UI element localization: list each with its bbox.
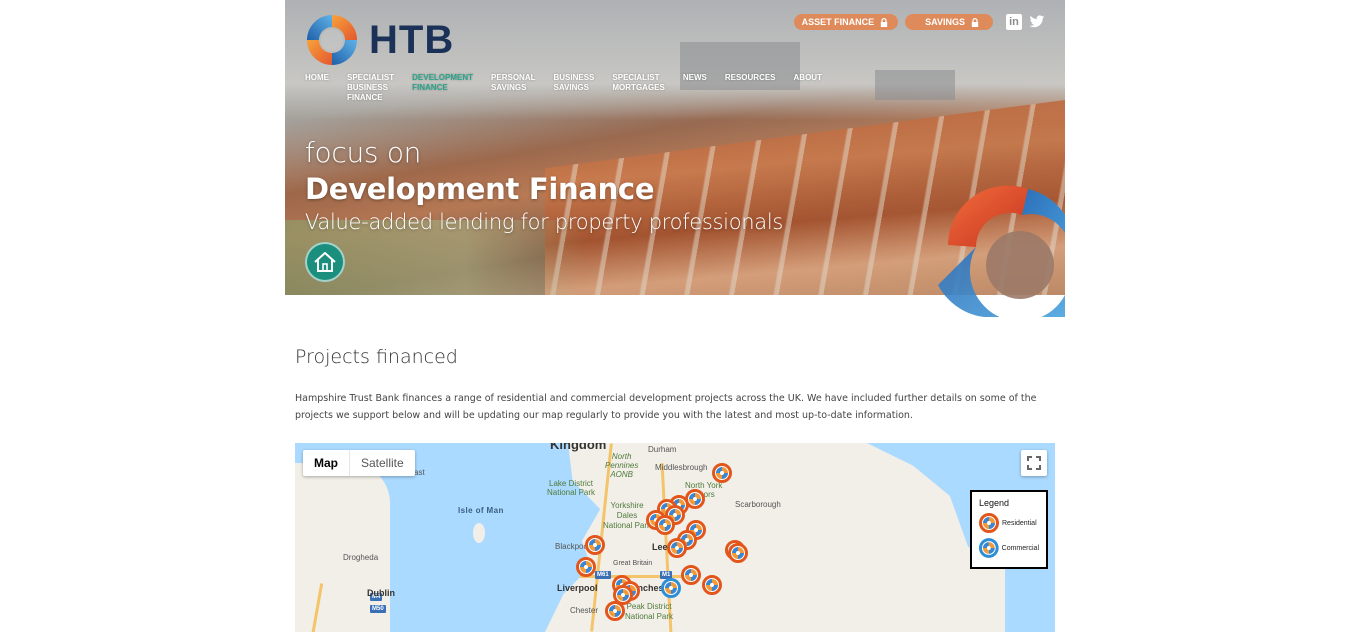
map-label-drogheda: Drogheda: [343, 553, 379, 562]
twitter-icon[interactable]: [1029, 14, 1045, 30]
section-title: Projects financed: [295, 346, 458, 368]
map-road-shield: M61: [595, 571, 611, 579]
map-land-isle-of-man: [473, 523, 485, 543]
commercial-project-marker[interactable]: [661, 578, 681, 598]
map-label-dublin: Dublin: [367, 588, 395, 598]
legend-title: Legend: [979, 498, 1010, 508]
hero-background-house: [875, 70, 955, 100]
hero-kicker: focus on: [305, 136, 422, 169]
map-label-isle-of-man: Isle of Man: [458, 506, 504, 515]
lock-icon: [880, 17, 888, 27]
nav-news[interactable]: NEWS: [683, 73, 707, 83]
map-label-north-pennines: North Pennines AONB: [605, 452, 639, 479]
map-type-map-button[interactable]: Map: [303, 450, 350, 476]
nav-home[interactable]: HOME: [305, 73, 329, 83]
nav-business-savings[interactable]: BUSINESS SAVINGS: [553, 73, 594, 93]
asset-finance-button[interactable]: ASSET FINANCE: [793, 14, 899, 30]
map-label-chester: Chester: [570, 606, 599, 615]
residential-marker-icon: [979, 513, 999, 533]
map-label-scarborough: Scarborough: [735, 500, 781, 509]
legend-item-residential: Residential: [979, 513, 1039, 533]
fullscreen-button[interactable]: [1021, 450, 1047, 476]
fullscreen-icon: [1027, 456, 1041, 470]
map-type-control: Map Satellite: [303, 450, 415, 476]
map-legend: Legend Residential Commercial: [970, 490, 1048, 569]
savings-button[interactable]: SAVINGS: [905, 14, 993, 30]
residential-project-marker[interactable]: [667, 538, 687, 558]
house-icon-button[interactable]: [305, 242, 345, 282]
top-links: ASSET FINANCE SAVINGS in: [793, 14, 1045, 30]
residential-project-marker[interactable]: [681, 565, 701, 585]
nav-resources[interactable]: RESOURCES: [725, 73, 776, 83]
map-label-kingdom: Kingdom: [550, 443, 607, 452]
htb-swirl-logo-icon: [307, 15, 357, 65]
residential-project-marker[interactable]: [702, 575, 722, 595]
projects-map[interactable]: M61 M1 M4 M50 Kingdom Durham North Penni…: [295, 443, 1055, 632]
residential-project-marker[interactable]: [576, 557, 596, 577]
map-label-peak-district: Peak District National Park: [625, 602, 674, 621]
map-road-shield: M50: [370, 605, 386, 613]
residential-project-marker[interactable]: [728, 543, 748, 563]
nav-development-finance[interactable]: DEVELOPMENT FINANCE: [412, 73, 473, 93]
legend-item-commercial: Commercial: [979, 538, 1039, 558]
map-label-liverpool: Liverpool: [557, 583, 598, 593]
asset-finance-label: ASSET FINANCE: [801, 17, 875, 27]
house-icon: [314, 252, 336, 272]
map-label-middlesbrough: Middlesbrough: [655, 463, 708, 472]
page: HTB ASSET FINANCE SAVINGS in HOME SPECIA…: [285, 0, 1065, 632]
intro-paragraph: Hampshire Trust Bank finances a range of…: [295, 393, 1037, 421]
commercial-marker-icon: [979, 538, 999, 558]
legend-residential-label: Residential: [1002, 519, 1037, 527]
brand-name: HTB: [369, 17, 455, 62]
map-label-lake-district: Lake District National Park: [547, 479, 596, 497]
hero-text: focus on Development Finance Value-added…: [305, 136, 783, 236]
map-label-durham: Durham: [648, 445, 677, 454]
residential-project-marker[interactable]: [655, 515, 675, 535]
linkedin-icon[interactable]: in: [1006, 14, 1022, 30]
lock-icon: [971, 17, 979, 27]
nav-specialist-mortgages[interactable]: SPECIALIST MORTGAGES: [612, 73, 664, 93]
residential-project-marker[interactable]: [605, 601, 625, 621]
nav-about[interactable]: ABOUT: [794, 73, 822, 83]
hero-title: Development Finance: [305, 172, 655, 206]
map-label-yorkshire-dales: Yorkshire Dales National Park: [603, 501, 652, 530]
residential-project-marker[interactable]: [712, 463, 732, 483]
nav-specialist-business-finance[interactable]: SPECIALIST BUSINESS FINANCE: [347, 73, 394, 103]
residential-project-marker[interactable]: [585, 535, 605, 555]
htb-logo[interactable]: HTB: [305, 13, 454, 67]
nav-personal-savings[interactable]: PERSONAL SAVINGS: [491, 73, 535, 93]
map-label-great-britain: Great Britain: [613, 560, 653, 567]
decorative-swirl-icon: [938, 185, 1065, 317]
main-nav: HOME SPECIALIST BUSINESS FINANCE DEVELOP…: [305, 73, 840, 103]
savings-label: SAVINGS: [925, 17, 965, 27]
map-type-satellite-button[interactable]: Satellite: [350, 450, 415, 476]
hero-subtitle: Value-added lending for property profess…: [305, 210, 784, 234]
legend-commercial-label: Commercial: [1001, 544, 1039, 552]
